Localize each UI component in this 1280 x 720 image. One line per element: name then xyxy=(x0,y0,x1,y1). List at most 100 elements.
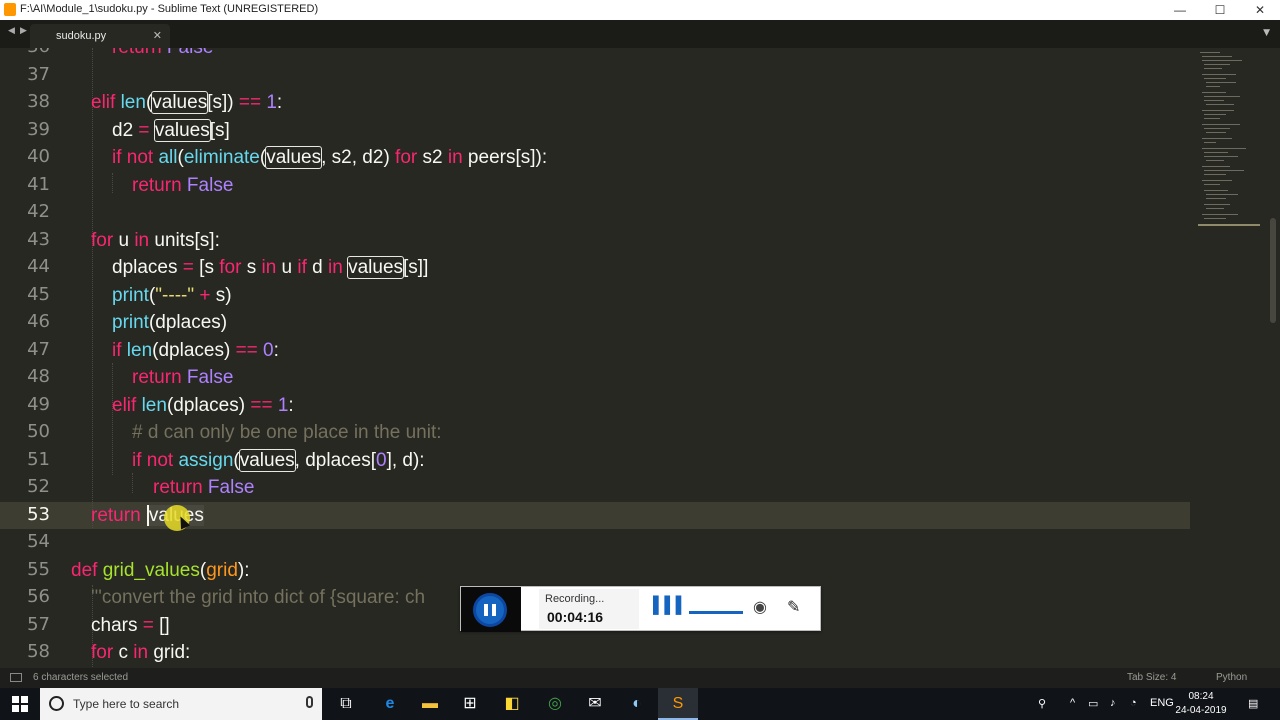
clock-time: 08:24 xyxy=(1188,691,1214,702)
code-line-43: for u in units[s]: xyxy=(91,230,220,251)
windows-start-icon[interactable] xyxy=(12,696,28,712)
line-number: 50 xyxy=(27,421,50,442)
indent-guide xyxy=(92,48,93,528)
code-line-52: return False xyxy=(153,477,255,498)
code-line-47: if len(dplaces) == 0: xyxy=(112,340,279,361)
microphone-icon[interactable] xyxy=(306,696,313,708)
line-number: 43 xyxy=(27,229,50,250)
volume-slider[interactable] xyxy=(689,611,743,614)
line-number: 57 xyxy=(27,614,50,635)
code-line-44: dplaces = [s for s in u if d in values[s… xyxy=(112,256,429,279)
code-line-45: print("----" + s) xyxy=(112,285,232,306)
tab-sudoku-py[interactable]: sudoku.py ✕ xyxy=(30,24,170,48)
pen-icon[interactable]: ✎ xyxy=(787,597,800,617)
audio-level-icon[interactable]: ▌▌▌ xyxy=(653,597,687,615)
selection-status: 6 characters selected xyxy=(33,672,129,683)
syntax-indicator[interactable]: Python xyxy=(1216,672,1247,683)
code-line-38: elif len(values[s]) == 1: xyxy=(91,91,283,114)
tab-bar: ◀ ▶ sudoku.py ✕ ▼ xyxy=(0,20,1280,48)
minimap[interactable] xyxy=(1196,48,1262,238)
minimap-viewport[interactable] xyxy=(1198,224,1260,226)
store-icon[interactable]: ⊞ xyxy=(450,688,490,720)
code-line-55: def grid_values(grid): xyxy=(71,560,250,581)
line-number: 40 xyxy=(27,146,50,167)
tab-size-indicator[interactable]: Tab Size: 4 xyxy=(1127,672,1176,683)
line-number: 37 xyxy=(27,64,50,85)
webcam-icon[interactable]: ◉ xyxy=(753,597,767,617)
recording-label: Recording... xyxy=(545,593,605,605)
code-line-57: chars = [] xyxy=(91,615,170,636)
mail-icon[interactable]: ✉ xyxy=(575,688,615,720)
status-bar: 6 characters selected Tab Size: 4 Python xyxy=(0,668,1280,688)
line-number: 58 xyxy=(27,641,50,662)
sublime-app-icon xyxy=(4,3,16,16)
tab-nav-right-icon[interactable]: ▶ xyxy=(20,26,27,36)
line-number: 49 xyxy=(27,394,50,415)
file-explorer-icon[interactable]: ▬ xyxy=(410,688,450,720)
code-editor[interactable]: 36 37 38 39 40 41 42 43 44 45 46 47 48 4… xyxy=(0,48,1280,668)
tab-menu-icon[interactable]: ▼ xyxy=(1263,28,1270,38)
network-icon[interactable]: ◔ xyxy=(1130,697,1137,709)
line-number: 42 xyxy=(27,201,50,222)
close-button[interactable]: ✕ xyxy=(1240,0,1280,20)
screen-recorder-icon[interactable]: ◐ xyxy=(617,688,657,720)
input-language[interactable]: ENG xyxy=(1150,697,1174,709)
code-line-51: if not assign(values, dplaces[0], d): xyxy=(132,449,425,472)
line-number: 47 xyxy=(27,339,50,360)
code-line-48: return False xyxy=(132,367,234,388)
indent-guide xyxy=(112,363,113,475)
tab-nav-left-icon[interactable]: ◀ xyxy=(8,26,15,36)
title-bar: F:\AI\Module_1\sudoku.py - Sublime Text … xyxy=(0,0,1280,20)
line-number: 55 xyxy=(27,559,50,580)
tray-overflow-icon[interactable]: ^ xyxy=(1070,697,1075,709)
line-number: 54 xyxy=(27,531,50,552)
volume-icon[interactable]: ♪ xyxy=(1110,697,1116,709)
line-number: 48 xyxy=(27,366,50,387)
vertical-scrollbar[interactable] xyxy=(1270,218,1276,323)
line-number: 41 xyxy=(27,174,50,195)
chrome-icon[interactable]: ◎ xyxy=(535,688,575,720)
edge-icon[interactable]: e xyxy=(370,688,410,720)
screen-recorder-widget: Recording... 00:04:16 ▌▌▌ ◉ ✎ xyxy=(460,586,821,632)
code-line-58: for c in grid: xyxy=(91,642,191,663)
line-number: 52 xyxy=(27,476,50,497)
people-icon[interactable]: ⚲ xyxy=(1038,697,1046,710)
line-number: 51 xyxy=(27,449,50,470)
code-line-56: '''convert the grid into dict of {square… xyxy=(91,587,426,608)
recording-timer: 00:04:16 xyxy=(547,609,604,625)
sublime-text-icon[interactable]: S xyxy=(658,688,698,720)
notifications-icon[interactable]: ▤ xyxy=(1248,697,1258,710)
tab-label: sudoku.py xyxy=(56,30,107,42)
window-title: F:\AI\Module_1\sudoku.py - Sublime Text … xyxy=(20,3,319,15)
system-clock[interactable]: 08:24 24-04-2019 xyxy=(1175,690,1227,718)
tab-close-icon[interactable]: ✕ xyxy=(153,29,162,42)
sticky-notes-icon[interactable]: ◧ xyxy=(492,688,532,720)
line-number: 45 xyxy=(27,284,50,305)
line-number: 46 xyxy=(27,311,50,332)
minimize-button[interactable]: — xyxy=(1160,0,1200,20)
line-number-current: 53 xyxy=(27,504,50,525)
line-number: 36 xyxy=(0,48,50,57)
line-number: 56 xyxy=(27,586,50,607)
search-placeholder: Type here to search xyxy=(73,697,180,711)
code-line-36: return False xyxy=(112,48,213,61)
task-view-icon[interactable]: ⧉ xyxy=(326,688,366,720)
code-line-39: d2 = values[s] xyxy=(112,119,230,142)
indent-guide xyxy=(112,173,113,193)
windows-taskbar: Type here to search ⧉ e ▬ ⊞ ◧ ◎ ✉ ◐ S ⚲ … xyxy=(0,688,1280,720)
code-line-41: return False xyxy=(132,175,234,196)
taskbar-search[interactable]: Type here to search xyxy=(40,688,322,720)
line-number: 39 xyxy=(27,119,50,140)
maximize-button[interactable]: ☐ xyxy=(1200,0,1240,20)
code-line-49: elif len(dplaces) == 1: xyxy=(112,395,294,416)
cortana-icon xyxy=(49,696,64,711)
clock-date: 24-04-2019 xyxy=(1175,705,1227,716)
battery-icon[interactable]: ▭ xyxy=(1088,697,1098,710)
pause-icon xyxy=(484,604,488,616)
code-line-46: print(dplaces) xyxy=(112,312,228,333)
panel-toggle-icon[interactable] xyxy=(10,673,22,682)
line-number: 38 xyxy=(27,91,50,112)
code-line-40: if not all(eliminate(values, s2, d2) for… xyxy=(112,146,548,169)
pause-button[interactable] xyxy=(473,593,507,627)
line-number: 44 xyxy=(27,256,50,277)
